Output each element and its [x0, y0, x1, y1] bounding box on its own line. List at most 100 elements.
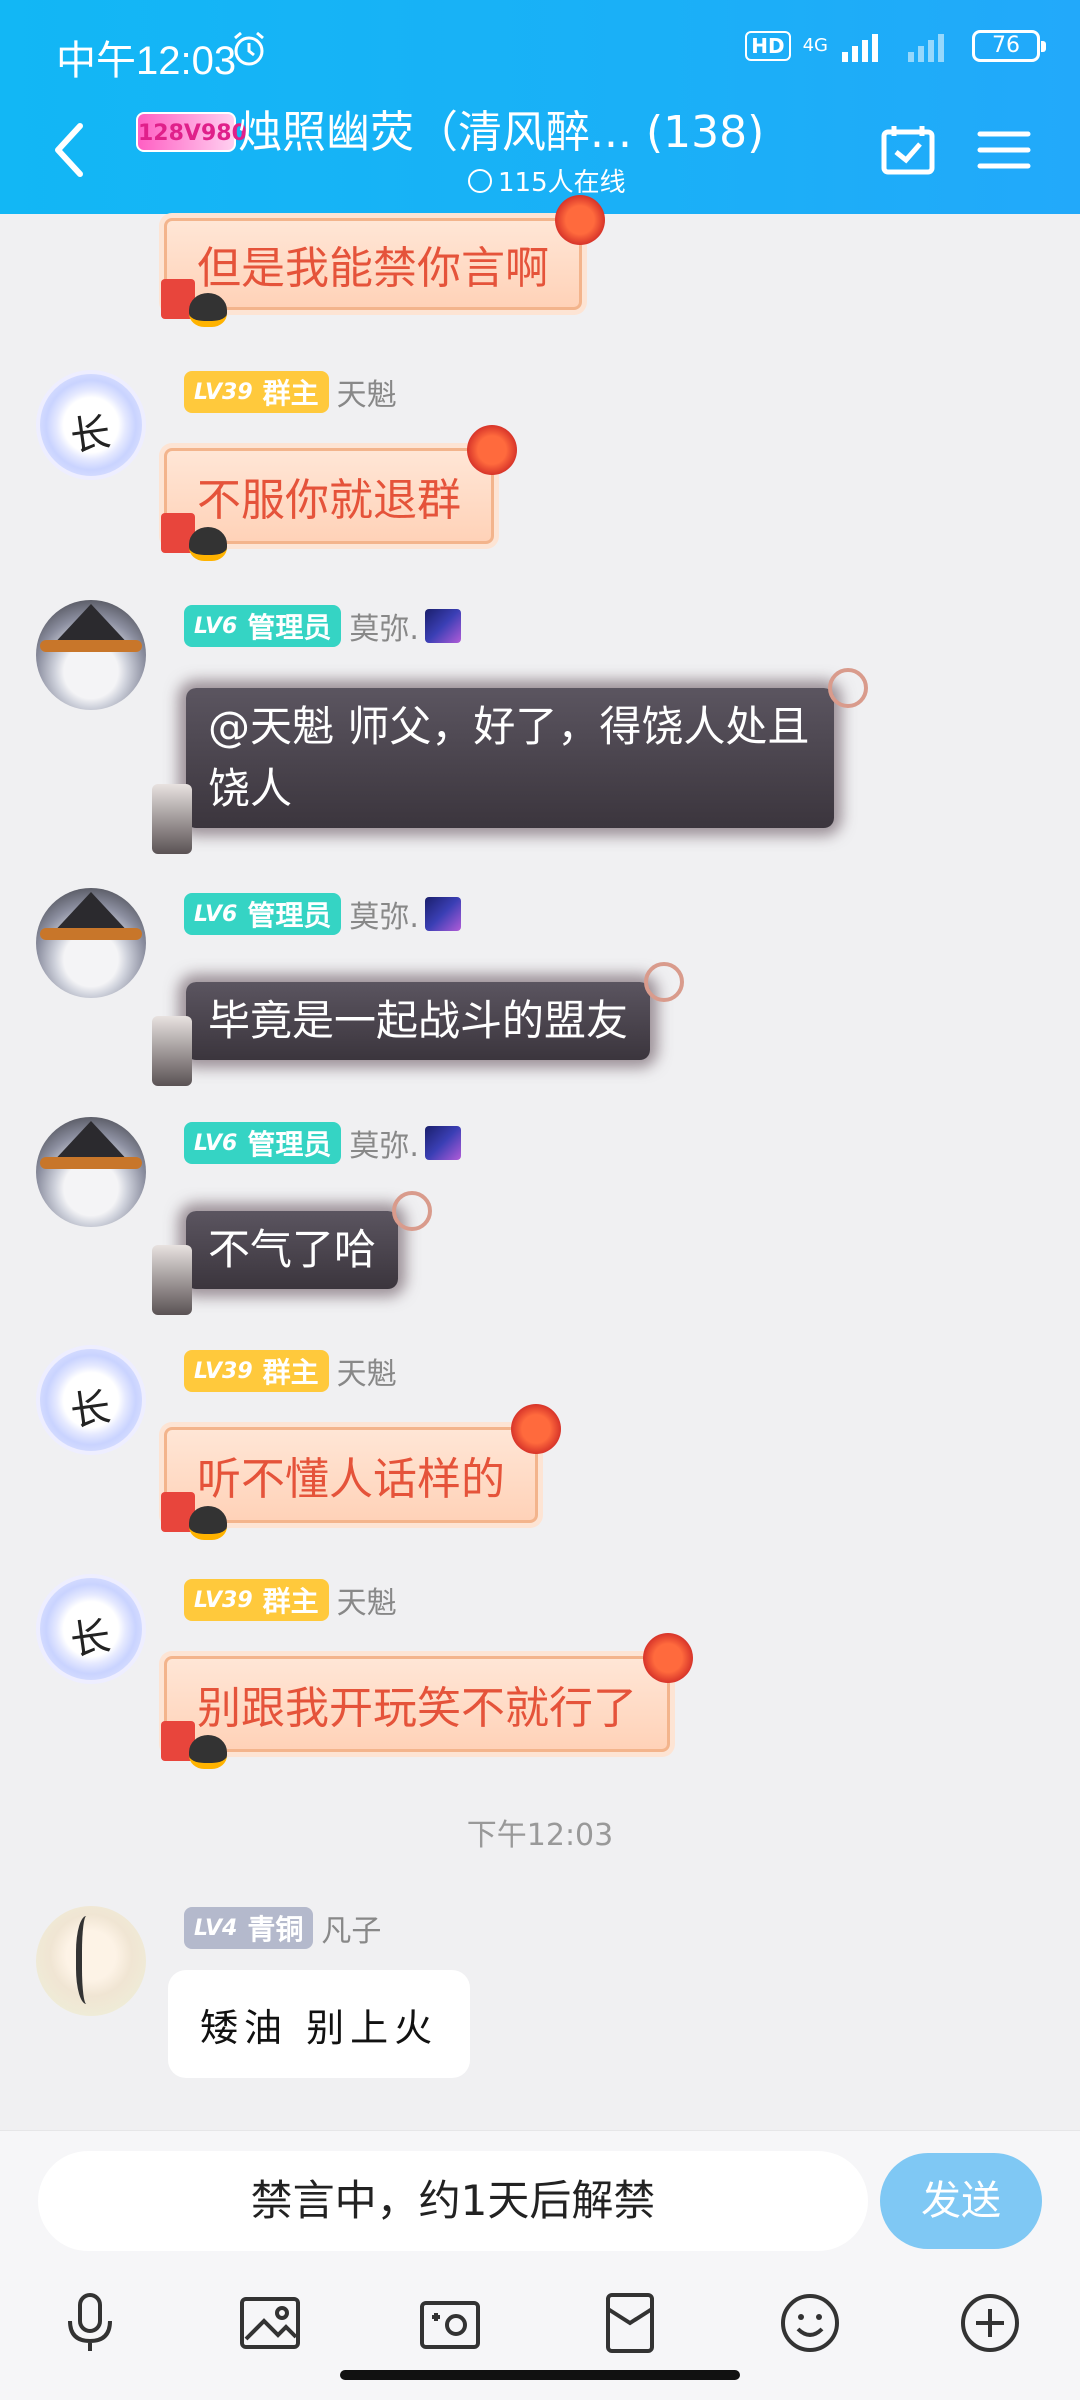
role-label: 管理员: [247, 1128, 332, 1161]
microphone-icon[interactable]: [58, 2291, 122, 2355]
galaxy-icon: [424, 897, 461, 931]
level-label: LV6: [194, 613, 238, 639]
role-badge: LV4 青铜: [184, 1907, 314, 1949]
level-label: LV6: [194, 1130, 238, 1156]
calendar-check-icon[interactable]: [880, 122, 936, 178]
message-text: @天魁 师父，好了，得饶人处且饶人: [208, 702, 810, 813]
group-badge: 128V980: [136, 112, 247, 152]
penguin-icon: [189, 293, 227, 327]
signal-weak-icon: [908, 34, 944, 62]
message-text: 不气了哈: [208, 1225, 377, 1274]
character-sticker-icon: [152, 1016, 192, 1086]
sender-meta: LV6 管理员 莫弥.: [184, 892, 461, 936]
character-sticker-icon: [152, 1245, 192, 1315]
avatar[interactable]: 长: [36, 1345, 146, 1455]
avatar[interactable]: [36, 600, 146, 710]
message-bubble[interactable]: 矮油 别上火: [168, 1970, 471, 2078]
message-bubble[interactable]: 不服你就退群: [161, 425, 517, 561]
role-badge: LV39 群主: [184, 1350, 329, 1392]
message-text: 别跟我开玩笑不就行了: [197, 1683, 637, 1734]
message-bubble[interactable]: @天魁 师父，好了，得饶人处且饶人: [152, 668, 868, 854]
role-badge: LV6 管理员: [184, 605, 342, 647]
level-label: LV4: [194, 1915, 238, 1941]
sender-meta: LV39 群主 天魁: [184, 370, 397, 414]
alarm-icon: [234, 31, 264, 66]
character-sticker-icon: [152, 784, 192, 854]
chat-title[interactable]: 烛照幽荧（清风醉... (138): [238, 96, 764, 160]
sender-meta: LV4 青铜 凡子: [184, 1906, 381, 1950]
sender-name[interactable]: 莫弥.: [349, 892, 461, 936]
input-area: 禁言中，约1天后解禁 发送: [0, 2130, 1080, 2400]
battery-indicator: 76: [972, 30, 1046, 62]
level-label: LV39: [194, 1358, 253, 1384]
role-badge: LV39 群主: [184, 1579, 329, 1621]
avatar[interactable]: 长: [36, 370, 146, 480]
dragon-icon: [643, 1633, 693, 1683]
sender-name[interactable]: 天魁: [337, 370, 397, 414]
moon-ornament-icon: [828, 668, 868, 708]
sender-meta: LV39 群主 天魁: [184, 1578, 397, 1622]
hd-badge: HD: [745, 31, 791, 61]
galaxy-icon: [424, 609, 461, 643]
dragon-icon: [511, 1404, 561, 1454]
sender-meta: LV6 管理员 莫弥.: [184, 1121, 461, 1165]
message-bubble[interactable]: 不气了哈: [152, 1191, 433, 1315]
moon-ornament-icon: [644, 962, 685, 1002]
status-time: 中午12:03: [56, 39, 237, 83]
network-label: 4G: [802, 35, 828, 56]
time-separator: 下午12:03: [466, 1818, 614, 1853]
sender-name[interactable]: 莫弥.: [349, 1121, 461, 1165]
role-badge: LV39 群主: [184, 371, 329, 413]
level-label: LV39: [194, 379, 253, 405]
sender-name[interactable]: 莫弥.: [349, 604, 461, 648]
status-bar: 中午12:03 HD 4G 76: [0, 24, 1080, 83]
role-label: 群主: [262, 1585, 319, 1618]
sender-name[interactable]: 天魁: [337, 1349, 397, 1393]
status-indicators: HD 4G 76: [745, 30, 1046, 62]
plus-icon[interactable]: [958, 2291, 1022, 2355]
message-text: 矮油 别上火: [200, 2005, 439, 2050]
signal-icon: [842, 34, 878, 62]
dragon-icon: [467, 425, 517, 475]
menu-icon[interactable]: [976, 122, 1032, 178]
home-indicator[interactable]: [340, 2370, 740, 2380]
camera-icon[interactable]: [418, 2291, 482, 2355]
sender-name[interactable]: 天魁: [337, 1578, 397, 1622]
sender-name[interactable]: 凡子: [321, 1906, 381, 1950]
avatar[interactable]: [36, 1906, 146, 2016]
galaxy-icon: [424, 1126, 461, 1160]
dragon-icon: [555, 195, 605, 245]
image-icon[interactable]: [238, 2291, 302, 2355]
online-count-label: 115人在线: [498, 168, 626, 198]
send-button[interactable]: 发送: [880, 2153, 1042, 2249]
online-count[interactable]: 115人在线: [468, 162, 626, 199]
message-bubble[interactable]: 但是我能禁你言啊: [161, 195, 605, 327]
level-label: LV6: [194, 901, 238, 927]
message-text: 但是我能禁你言啊: [197, 243, 549, 294]
role-label: 群主: [262, 1356, 319, 1389]
chevron-down-icon: [468, 168, 492, 193]
level-label: LV39: [194, 1587, 253, 1613]
penguin-icon: [189, 1735, 227, 1769]
sender-meta: LV39 群主 天魁: [184, 1349, 397, 1393]
message-bubble[interactable]: 毕竟是一起战斗的盟友: [152, 962, 685, 1086]
role-badge: LV6 管理员: [184, 893, 342, 935]
avatar[interactable]: [36, 888, 146, 998]
back-arrow-icon[interactable]: [50, 120, 90, 180]
toolbar: [0, 2291, 1080, 2371]
role-label: 管理员: [247, 611, 332, 644]
role-label: 群主: [262, 377, 319, 410]
message-bubble[interactable]: 听不懂人话样的: [161, 1404, 561, 1540]
emoji-icon[interactable]: [778, 2291, 842, 2355]
penguin-icon: [189, 1506, 227, 1540]
message-text: 听不懂人话样的: [197, 1454, 505, 1505]
role-label: 青铜: [247, 1913, 304, 1946]
message-text: 毕竟是一起战斗的盟友: [208, 996, 629, 1045]
red-packet-icon[interactable]: [598, 2291, 662, 2355]
avatar[interactable]: [36, 1117, 146, 1227]
message-input[interactable]: 禁言中，约1天后解禁: [38, 2151, 868, 2251]
role-label: 管理员: [247, 899, 332, 932]
penguin-icon: [189, 527, 227, 561]
avatar[interactable]: 长: [36, 1574, 146, 1684]
message-bubble[interactable]: 别跟我开玩笑不就行了: [161, 1633, 693, 1769]
